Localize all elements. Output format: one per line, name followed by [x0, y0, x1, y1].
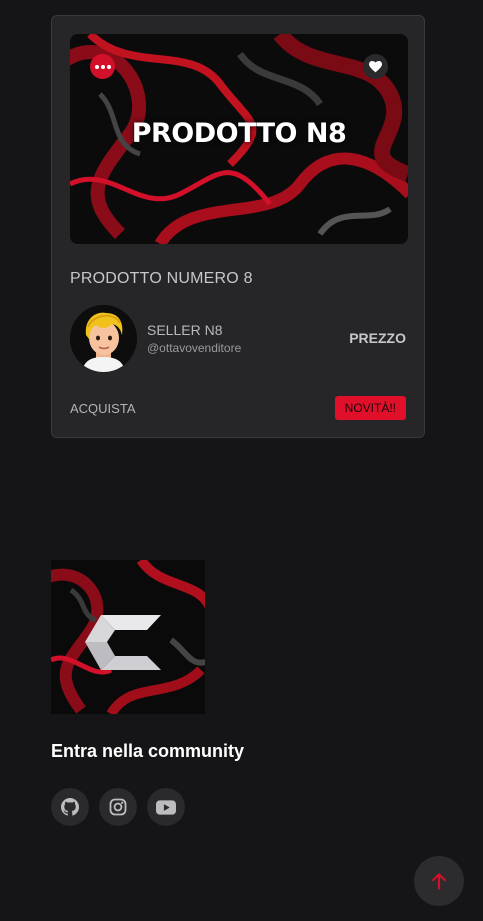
instagram-button[interactable]: [99, 788, 137, 826]
seller-name[interactable]: SELLER N8: [147, 322, 222, 338]
youtube-button[interactable]: [147, 788, 185, 826]
new-badge: NOVITÀ!!: [334, 396, 406, 420]
github-button[interactable]: [51, 788, 89, 826]
seller-avatar[interactable]: [70, 305, 137, 372]
more-dot: [106, 64, 111, 69]
logo-icon: [51, 560, 205, 714]
seller-handle[interactable]: @ottavovenditore: [147, 341, 241, 355]
heart-icon: [369, 60, 382, 72]
product-title: PRODOTTO NUMERO 8: [70, 270, 253, 287]
instagram-icon: [109, 798, 127, 816]
back-to-top-button[interactable]: [414, 856, 464, 906]
buy-link[interactable]: ACQUISTA: [70, 401, 136, 416]
more-dot: [100, 64, 105, 69]
arrow-up-icon: [432, 873, 446, 890]
product-image[interactable]: PRODOTTO N8: [70, 34, 408, 244]
more-horizontal-icon: [94, 64, 99, 69]
brand-logo[interactable]: [51, 560, 205, 714]
community-title: Entra nella community: [51, 741, 245, 761]
product-card: PRODOTTO N8 PRODOTTO NUMERO 8 SELLER N8 …: [51, 15, 425, 438]
like-button[interactable]: [363, 54, 388, 79]
github-icon: [61, 798, 79, 816]
price-label: PREZZO: [349, 330, 406, 346]
more-options-button[interactable]: [90, 54, 115, 79]
youtube-icon: [156, 799, 176, 815]
avatar-illustration: [70, 305, 137, 372]
page: PRODOTTO N8 PRODOTTO NUMERO 8 SELLER N8 …: [0, 0, 483, 921]
product-image-title: PRODOTTO N8: [131, 118, 347, 149]
